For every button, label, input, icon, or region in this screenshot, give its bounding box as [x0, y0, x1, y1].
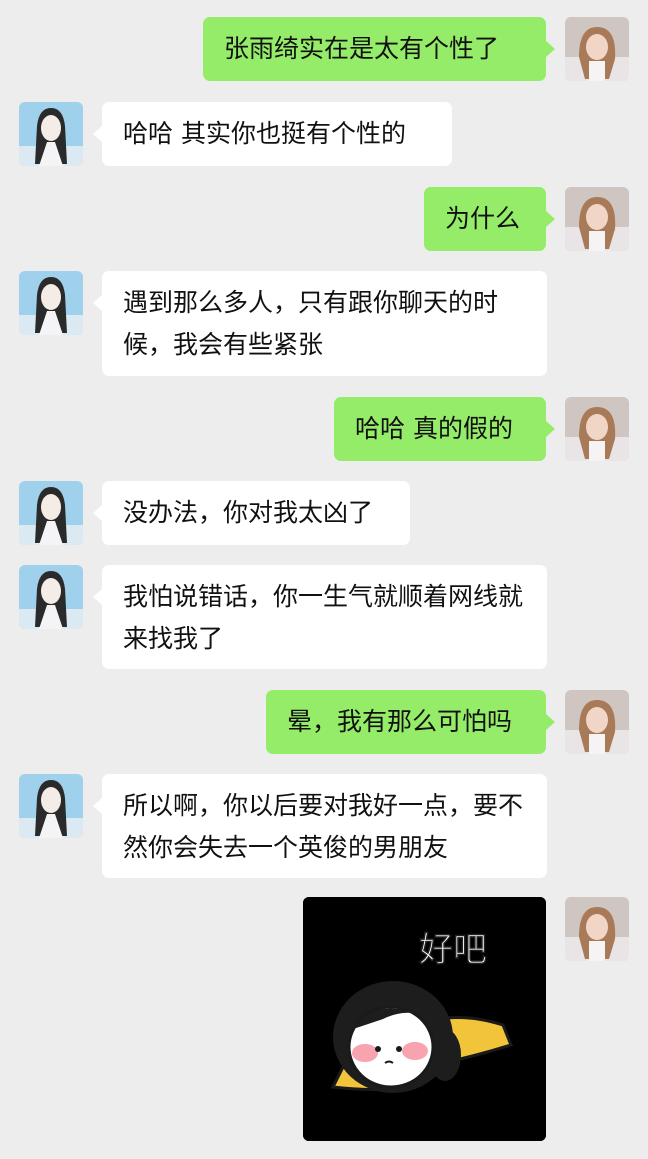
message-bubble[interactable]: 我怕说错话，你一生气就顺着网线就来找我了 — [102, 565, 547, 669]
bubble-tail — [93, 505, 102, 521]
my-avatar[interactable] — [565, 17, 629, 81]
bubble-tail — [546, 714, 555, 730]
contact-avatar[interactable] — [19, 102, 83, 166]
sticker-message[interactable]: 好吧 — [303, 897, 546, 1141]
sticker-caption: 好吧 — [419, 930, 487, 970]
message-bubble[interactable]: 为什么 — [424, 187, 546, 251]
my-avatar[interactable] — [565, 397, 629, 461]
bubble-tail — [546, 41, 555, 57]
my-avatar[interactable] — [565, 690, 629, 754]
bubble-tail — [93, 798, 102, 814]
message-bubble[interactable]: 遇到那么多人，只有跟你聊天的时候，我会有些紧张 — [102, 271, 547, 376]
contact-avatar[interactable] — [19, 565, 83, 629]
message-bubble[interactable]: 哈哈 真的假的 — [334, 397, 546, 461]
bubble-tail — [93, 589, 102, 605]
contact-avatar[interactable] — [19, 271, 83, 335]
my-avatar[interactable] — [565, 187, 629, 251]
contact-avatar[interactable] — [19, 481, 83, 545]
my-avatar[interactable] — [565, 897, 629, 961]
bubble-tail — [546, 421, 555, 437]
contact-avatar[interactable] — [19, 774, 83, 838]
message-bubble[interactable]: 没办法，你对我太凶了 — [102, 481, 410, 545]
message-bubble[interactable]: 晕，我有那么可怕吗 — [266, 690, 546, 754]
bubble-tail — [93, 295, 102, 311]
bubble-tail — [93, 126, 102, 142]
message-bubble[interactable]: 哈哈 其实你也挺有个性的 — [102, 102, 452, 166]
message-bubble[interactable]: 张雨绮实在是太有个性了 — [203, 17, 546, 81]
message-bubble[interactable]: 所以啊，你以后要对我好一点，要不然你会失去一个英俊的男朋友 — [102, 774, 547, 878]
bubble-tail — [546, 211, 555, 227]
